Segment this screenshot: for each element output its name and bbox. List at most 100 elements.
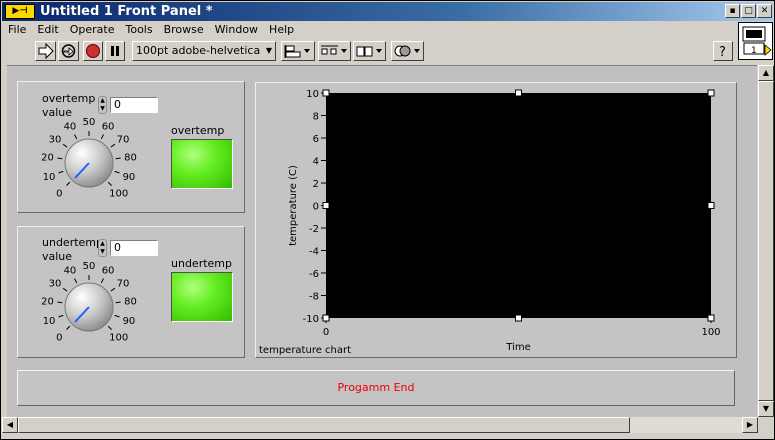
resize-objects-icon[interactable] bbox=[353, 41, 386, 61]
knob-tick-label: 0 bbox=[56, 189, 62, 200]
undertemp-knob-label-1: undertemp bbox=[42, 236, 103, 249]
knob-tick-label: 70 bbox=[117, 278, 130, 289]
knob-tick bbox=[115, 157, 121, 160]
knob-tick-label: 30 bbox=[49, 278, 62, 289]
menu-operate[interactable]: Operate bbox=[64, 21, 120, 37]
plot-area bbox=[326, 93, 711, 318]
knob-tick bbox=[62, 287, 68, 292]
knob-tick bbox=[57, 157, 63, 160]
menu-edit[interactable]: Edit bbox=[31, 21, 63, 37]
labview-app-icon[interactable]: ▶⊣ bbox=[5, 4, 35, 19]
toolbar: 100pt adobe-helvetica ▼ ? bbox=[2, 39, 737, 63]
pause-icon[interactable] bbox=[105, 41, 125, 61]
maximize-button[interactable]: □ bbox=[741, 4, 756, 18]
vertical-scrollbar[interactable]: ▲ ▼ bbox=[758, 65, 774, 417]
menu-bar: File Edit Operate Tools Browse Window Help bbox=[2, 21, 737, 39]
minimize-button[interactable]: ▪ bbox=[725, 4, 740, 18]
overtemp-led[interactable] bbox=[171, 139, 233, 189]
overtemp-led-label: overtemp bbox=[171, 124, 225, 137]
undertemp-led[interactable] bbox=[171, 272, 233, 322]
scroll-right-icon[interactable]: ▶ bbox=[742, 417, 758, 433]
menu-browse[interactable]: Browse bbox=[158, 21, 209, 37]
knob-tick bbox=[62, 143, 68, 148]
knob-tick-label: 90 bbox=[123, 172, 136, 183]
x-axis-label: Time bbox=[505, 342, 530, 353]
vi-icon[interactable]: 1 bbox=[738, 22, 773, 60]
y-tick-label: 10 bbox=[306, 89, 319, 100]
undertemp-led-label: undertemp bbox=[171, 257, 232, 270]
knob-tick-label: 60 bbox=[102, 122, 115, 133]
menu-file[interactable]: File bbox=[2, 21, 31, 37]
abort-stop-icon[interactable] bbox=[83, 41, 103, 61]
resize-handle bbox=[322, 202, 330, 209]
knob-tick-label: 50 bbox=[83, 261, 96, 272]
undertemp-knob[interactable]: 010 20 3040 50 6070 80 90 100 bbox=[28, 260, 150, 352]
vertical-scroll-thumb[interactable] bbox=[758, 81, 774, 401]
front-panel-window: ▶⊣ Untitled 1 Front Panel * ▪ □ ✕ File Ed… bbox=[0, 0, 775, 440]
resize-handle bbox=[707, 314, 715, 322]
close-button[interactable]: ✕ bbox=[757, 4, 772, 18]
resize-handle bbox=[515, 314, 522, 322]
run-continuously-icon[interactable] bbox=[58, 41, 79, 61]
chevron-down-icon: ▼ bbox=[265, 46, 272, 55]
y-tick-label: -4 bbox=[309, 247, 319, 258]
scroll-left-icon[interactable]: ◀ bbox=[2, 417, 18, 433]
align-objects-icon[interactable] bbox=[281, 41, 315, 61]
y-tick-label: -2 bbox=[309, 224, 319, 235]
x-tick-label: 100 bbox=[701, 327, 720, 338]
knob-tick-label: 90 bbox=[123, 316, 136, 327]
knob-tick bbox=[100, 134, 104, 140]
title-bar[interactable]: ▶⊣ Untitled 1 Front Panel * ▪ □ ✕ bbox=[2, 2, 773, 21]
knob-tick bbox=[74, 278, 78, 284]
y-tick-label: 6 bbox=[313, 134, 319, 145]
resize-handle bbox=[707, 202, 715, 209]
y-tick-label: 8 bbox=[313, 112, 319, 123]
resize-handle bbox=[322, 89, 330, 97]
chart-title: temperature chart bbox=[259, 345, 351, 356]
knob-tick-label: 80 bbox=[124, 152, 137, 163]
knob-tick bbox=[115, 301, 121, 304]
knob-tick-label: 70 bbox=[117, 134, 130, 145]
undertemp-cluster: undertemp value ▲ ▼ 0 0 10 20 30 40 50 60 70 80 90… bbox=[17, 226, 245, 358]
knob-tick bbox=[114, 170, 120, 174]
knob-tick-label: 20 bbox=[41, 296, 54, 307]
scroll-up-icon[interactable]: ▲ bbox=[758, 65, 774, 81]
knob-tick-label: 100 bbox=[109, 333, 128, 344]
overtemp-knob[interactable]: 010 20 3040 50 6070 80 90 100 bbox=[28, 116, 150, 208]
resize-handle bbox=[707, 89, 715, 97]
program-end-button[interactable]: Progamm End bbox=[17, 370, 735, 406]
knob-tick bbox=[58, 314, 64, 318]
knob-tick-label: 20 bbox=[41, 152, 54, 163]
temperature-chart[interactable]: 10 8 6 4 2 0 -2 -4 -6 -8 -10 0 100 Time temperature (C… bbox=[255, 82, 737, 358]
knob-tick bbox=[107, 181, 112, 186]
knob-tick-label: 40 bbox=[64, 122, 77, 133]
knob-tick-label: 0 bbox=[56, 333, 62, 344]
menu-window[interactable]: Window bbox=[209, 21, 263, 37]
horizontal-scroll-thumb[interactable] bbox=[18, 417, 630, 433]
knob-tick-label: 100 bbox=[109, 189, 128, 200]
window-title: Untitled 1 Front Panel * bbox=[40, 4, 213, 19]
vi-icon-number: 1 bbox=[751, 46, 757, 56]
font-select-value: 100pt adobe-helvetica bbox=[136, 44, 261, 57]
menu-help[interactable]: Help bbox=[263, 21, 299, 37]
knob-tick bbox=[66, 325, 71, 330]
knob-tick bbox=[114, 314, 120, 318]
overtemp-increment-icon[interactable]: ▲ ▼ bbox=[98, 96, 107, 114]
context-help-icon[interactable]: ? bbox=[713, 41, 733, 61]
distribute-objects-icon[interactable] bbox=[318, 41, 351, 61]
horizontal-scrollbar[interactable]: ◀ ▶ bbox=[2, 417, 758, 433]
undertemp-value-input[interactable]: 0 bbox=[110, 240, 158, 256]
knob-tick-label: 60 bbox=[102, 266, 115, 277]
run-arrow-icon[interactable] bbox=[35, 41, 56, 61]
reorder-objects-icon[interactable] bbox=[391, 41, 424, 61]
overtemp-value-input[interactable]: 0 bbox=[110, 97, 158, 113]
menu-tools[interactable]: Tools bbox=[120, 21, 158, 37]
scroll-down-icon[interactable]: ▼ bbox=[758, 401, 774, 417]
knob-tick-label: 80 bbox=[124, 296, 137, 307]
y-tick-label: -8 bbox=[309, 292, 319, 303]
knob-tick-label: 10 bbox=[43, 316, 56, 327]
x-tick-label: 0 bbox=[323, 327, 329, 338]
undertemp-increment-icon[interactable]: ▲ ▼ bbox=[98, 239, 107, 257]
chart-svg: 10 8 6 4 2 0 -2 -4 -6 -8 -10 0 100 Time temperature (C… bbox=[259, 89, 721, 356]
font-select[interactable]: 100pt adobe-helvetica ▼ bbox=[132, 41, 276, 61]
